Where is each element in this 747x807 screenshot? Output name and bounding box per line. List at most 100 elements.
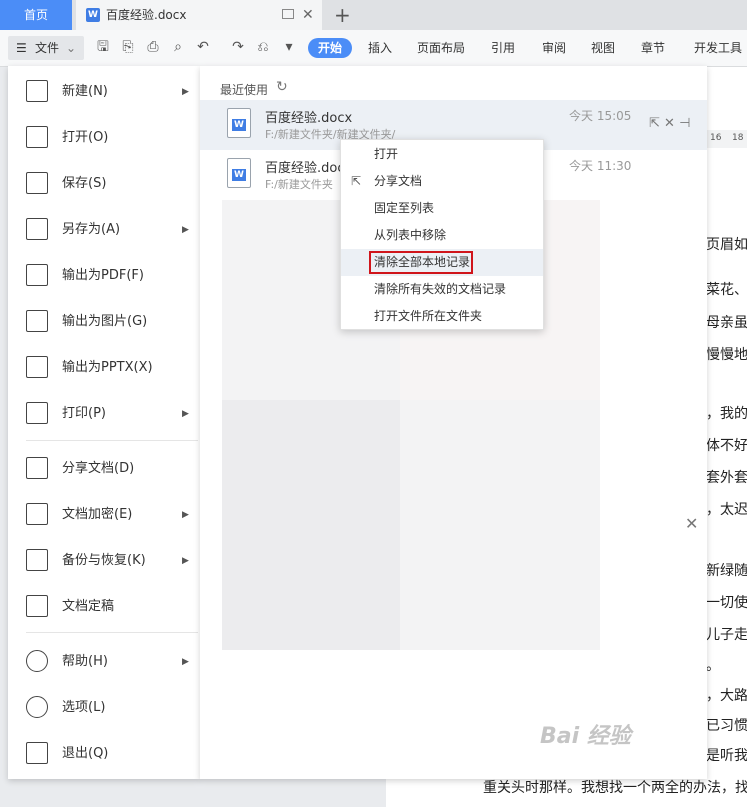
tab-page-layout[interactable]: 页面布局 bbox=[417, 38, 465, 58]
menu-item-save[interactable]: 保存(S) bbox=[8, 164, 200, 204]
close-tab-icon[interactable]: ✕ bbox=[302, 0, 314, 30]
recent-files-title: 最近使用 bbox=[220, 83, 269, 97]
word-doc-icon bbox=[227, 158, 251, 188]
tab-insert[interactable]: 插入 bbox=[368, 38, 392, 58]
redo-icon[interactable]: ↷ bbox=[230, 39, 246, 55]
tab-home[interactable]: 首页 bbox=[0, 0, 72, 30]
menu-item-export-image[interactable]: 输出为图片(G) bbox=[8, 302, 200, 342]
ctx-item-pin[interactable]: 固定至列表 bbox=[341, 195, 543, 222]
undo-icon[interactable]: ↶ bbox=[195, 39, 211, 55]
doc-text-line: 一切使人 bbox=[706, 595, 747, 611]
context-menu: 打开 ⇱ 分享文档 固定至列表 从列表中移除 清除全部本地记录 清除所有失效的文… bbox=[340, 139, 544, 330]
menu-item-print[interactable]: 打印(P) ▶ bbox=[8, 394, 200, 434]
save-icon[interactable]: 🖫 bbox=[95, 39, 111, 55]
pdf-icon bbox=[26, 264, 48, 286]
chevron-down-icon: ⌄ bbox=[66, 41, 77, 55]
doc-text-line: 重关头时那样。我想找一个两全的办法，找 bbox=[483, 780, 747, 796]
menu-item-exit[interactable]: 退出(Q) bbox=[8, 734, 200, 774]
add-tab-button[interactable]: + bbox=[334, 0, 351, 30]
submenu-arrow-icon: ▶ bbox=[182, 409, 189, 419]
menu-item-open[interactable]: 打开(O) bbox=[8, 118, 200, 158]
word-doc-icon: W bbox=[86, 8, 100, 22]
ctx-item-share[interactable]: ⇱ 分享文档 bbox=[341, 168, 543, 195]
ctx-item-label: 从列表中移除 bbox=[374, 228, 447, 242]
menu-item-share[interactable]: 分享文档(D) bbox=[8, 449, 200, 489]
ctx-item-remove[interactable]: 从列表中移除 bbox=[341, 222, 543, 249]
row-actions: ⇱ ✕ ⊣ bbox=[649, 116, 690, 131]
menu-item-export-pptx[interactable]: 输出为PPTX(X) bbox=[8, 348, 200, 388]
menu-item-encrypt[interactable]: 文档加密(E) ▶ bbox=[8, 495, 200, 535]
menu-item-label: 输出为PPTX(X) bbox=[62, 360, 153, 375]
menu-item-help[interactable]: 帮助(H) ▶ bbox=[8, 642, 200, 682]
ctx-item-open[interactable]: 打开 bbox=[341, 141, 543, 168]
ruler-tick-label: 18 bbox=[732, 133, 744, 143]
ctx-item-label: 分享文档 bbox=[374, 174, 423, 188]
close-icon[interactable]: ✕ bbox=[685, 514, 698, 533]
print-icon[interactable]: ⎙ bbox=[145, 39, 161, 55]
doc-text-line: 是听我的 bbox=[706, 748, 747, 764]
menu-item-finalize[interactable]: 文档定稿 bbox=[8, 587, 200, 627]
menu-item-label: 选项(L) bbox=[62, 700, 106, 715]
more-dropdown-icon[interactable]: ▾ bbox=[281, 39, 297, 55]
print-icon bbox=[26, 402, 48, 424]
menu-item-backup[interactable]: 备份与恢复(K) ▶ bbox=[8, 541, 200, 581]
restore-window-icon[interactable] bbox=[282, 9, 294, 19]
ctx-item-clear-local-records[interactable]: 清除全部本地记录 bbox=[341, 249, 543, 276]
ruler-tick-label: 16 bbox=[710, 133, 722, 143]
preview-placeholder bbox=[222, 400, 400, 650]
file-menu-label: 文件 bbox=[35, 41, 60, 55]
word-doc-icon bbox=[227, 108, 251, 138]
share-icon[interactable]: ⇱ bbox=[649, 116, 660, 131]
toolbar: ☰ 文件 ⌄ 🖫 ⎘ ⎙ ⌕ ↶ ↷ ⎌ ▾ 开始 插入 页面布局 引用 审阅 … bbox=[0, 30, 747, 67]
ctx-item-label: 打开文件所在文件夹 bbox=[374, 309, 483, 323]
tab-document[interactable]: W 百度经验.docx ✕ bbox=[76, 0, 322, 30]
menu-item-options[interactable]: 选项(L) bbox=[8, 688, 200, 728]
doc-text-line: 已习惯听 bbox=[706, 718, 747, 734]
encrypt-icon bbox=[26, 503, 48, 525]
menu-item-new[interactable]: 新建(N) ▶ bbox=[8, 72, 200, 112]
remove-icon[interactable]: ✕ bbox=[664, 116, 675, 131]
menu-item-label: 帮助(H) bbox=[62, 654, 108, 669]
tab-start[interactable]: 开始 bbox=[308, 38, 353, 58]
menu-item-label: 退出(Q) bbox=[62, 746, 109, 761]
tab-document-title: 百度经验.docx bbox=[106, 8, 187, 22]
tab-developer[interactable]: 开发工具 bbox=[694, 38, 742, 58]
ctx-item-label: 固定至列表 bbox=[374, 201, 435, 215]
doc-text-line: 体不好 bbox=[706, 438, 747, 454]
doc-text-line: 儿子走 bbox=[706, 627, 747, 643]
tab-view[interactable]: 视图 bbox=[591, 38, 615, 58]
menu-item-save-as[interactable]: 另存为(A) ▶ bbox=[8, 210, 200, 250]
save-as-icon bbox=[26, 218, 48, 240]
refresh-icon[interactable]: ↻ bbox=[276, 79, 288, 95]
ctx-item-label: 打开 bbox=[374, 147, 399, 161]
doc-text-line: 套外套。 bbox=[706, 470, 747, 486]
submenu-arrow-icon: ▶ bbox=[182, 657, 189, 667]
backup-icon bbox=[26, 549, 48, 571]
tab-sections[interactable]: 章节 bbox=[641, 38, 665, 58]
menu-item-label: 文档定稿 bbox=[62, 599, 115, 614]
tab-review[interactable]: 审阅 bbox=[542, 38, 566, 58]
file-menu-button[interactable]: ☰ 文件 ⌄ bbox=[8, 36, 84, 60]
doc-text-line: ，我的 bbox=[706, 406, 747, 422]
recent-file-path: F:/新建文件夹 bbox=[265, 178, 333, 191]
doc-text-line: 页眉如 bbox=[706, 237, 747, 253]
pptx-icon bbox=[26, 356, 48, 378]
tab-references[interactable]: 引用 bbox=[491, 38, 515, 58]
print-preview-icon[interactable]: ⌕ bbox=[170, 39, 186, 55]
ctx-item-open-folder[interactable]: 打开文件所在文件夹 bbox=[341, 303, 543, 330]
menu-item-label: 分享文档(D) bbox=[62, 461, 135, 476]
doc-text-line: 菜花、裹 bbox=[706, 282, 747, 298]
help-icon bbox=[26, 650, 48, 672]
recent-file-time: 今天 11:30 bbox=[569, 159, 632, 173]
pin-icon[interactable]: ⊣ bbox=[679, 116, 690, 131]
format-painter-icon[interactable]: ⎌ bbox=[255, 39, 271, 55]
submenu-arrow-icon: ▶ bbox=[182, 225, 189, 235]
menu-item-export-pdf[interactable]: 输出为PDF(F) bbox=[8, 256, 200, 296]
ctx-item-clear-invalid-records[interactable]: 清除所有失效的文档记录 bbox=[341, 276, 543, 303]
folder-open-icon bbox=[26, 126, 48, 148]
export-pdf-icon[interactable]: ⎘ bbox=[120, 39, 136, 55]
submenu-arrow-icon: ▶ bbox=[182, 556, 189, 566]
doc-text-line: 母亲虽然 bbox=[706, 315, 747, 331]
menu-divider bbox=[26, 440, 198, 441]
menu-item-label: 打印(P) bbox=[62, 406, 106, 421]
